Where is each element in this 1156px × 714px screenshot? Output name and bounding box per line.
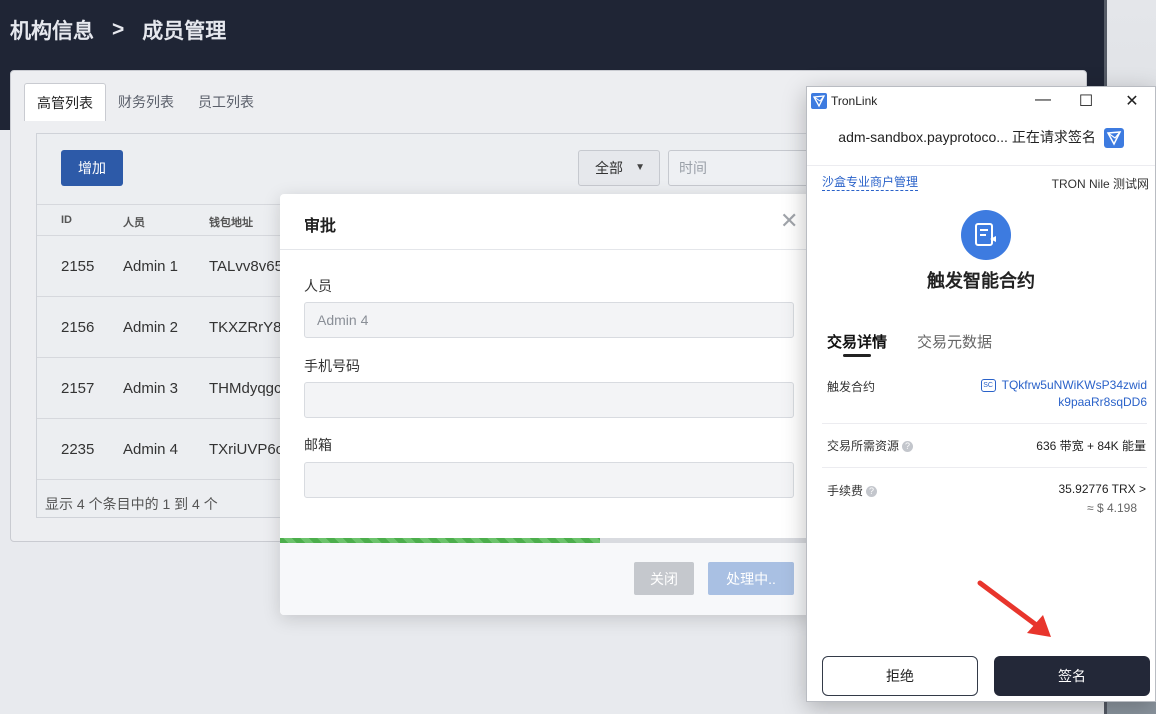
resource-label: 交易所需资源? [827,437,914,454]
action-title: 触发智能合约 [927,271,1035,291]
divider [822,467,1147,468]
tab-transaction-metadata[interactable]: 交易元数据 [917,331,992,352]
email-label: 邮箱 [304,437,332,453]
tronlink-titlebar[interactable]: TronLink — ☐ ✕ [807,87,1155,115]
reject-button[interactable]: 拒绝 [822,656,978,696]
resource-label-text: 交易所需资源 [827,439,900,453]
request-text: 正在请求签名 [1011,129,1096,145]
maximize-icon[interactable]: ☐ [1076,91,1096,111]
cell-wallet: THMdyqgc [209,380,282,397]
email-field[interactable] [304,462,794,498]
sandbox-link[interactable]: 沙盒专业商户管理 [822,173,919,191]
processing-button[interactable]: 处理中.. [708,562,794,595]
phone-field[interactable] [304,382,794,418]
time-input[interactable]: 时间 [668,150,828,186]
cell-id: 2155 [61,258,95,275]
filter-select[interactable]: 全部 ▼ [578,150,660,186]
cell-wallet: TXriUVP6o [209,441,285,458]
contract-icon [961,210,1011,260]
phone-label: 手机号码 [304,358,360,374]
contract-address[interactable]: SC TQkfrw5uNWiKWsP34zwid k9paaRr8sqDD6 [967,377,1147,411]
tronlink-shield-icon [1103,128,1124,149]
breadcrumb-separator: > [112,18,125,41]
cell-id: 2235 [61,441,95,458]
filter-select-value: 全部 [595,160,623,176]
breadcrumb: 机构信息 > 成员管理 [10,15,226,45]
modal-footer: 关闭 处理中.. [280,543,814,615]
fee-label: 手续费? [827,482,878,499]
cell-person: Admin 4 [123,441,179,458]
breadcrumb-current: 成员管理 [142,20,227,43]
resource-value: 636 带宽 + 84K 能量 [1036,439,1146,453]
request-site: adm-sandbox.payprotoco... [838,129,1008,145]
network-label: TRON Nile 测试网 [1051,177,1149,191]
active-tab-indicator [843,354,871,357]
pagination-info: 显示 4 个条目中的 1 到 4 个 [45,496,218,512]
red-arrow-annotation [977,580,1051,637]
close-icon[interactable]: ✕ [1122,91,1142,111]
cell-id: 2156 [61,319,95,336]
help-icon[interactable]: ? [866,486,878,498]
contract-address-line2: k9paaRr8sqDD6 [1058,395,1147,409]
signature-request-line: adm-sandbox.payprotoco... 正在请求签名 [807,127,1155,149]
minimize-icon[interactable]: — [1033,91,1053,109]
chevron-down-icon: ▼ [635,162,645,173]
chevron-right-icon: > [1138,482,1146,496]
column-header-id[interactable]: ID [61,214,72,226]
tronlink-window: TronLink — ☐ ✕ adm-sandbox.payprotoco...… [806,86,1156,702]
cell-person: Admin 1 [123,258,179,275]
cell-id: 2157 [61,380,95,397]
tronlink-app-name: TronLink [831,94,878,108]
column-header-person[interactable]: 人员 [123,214,145,230]
modal-title: 审批 [304,218,337,235]
fee-amount: 35.92776 TRX [1058,482,1136,496]
tab-executives[interactable]: 高管列表 [24,83,106,121]
divider [822,423,1147,424]
contract-address-line1: TQkfrw5uNWiKWsP34zwid [1001,378,1147,392]
divider [807,165,1155,166]
close-button[interactable]: 关闭 [634,562,694,595]
add-button[interactable]: 增加 [61,150,123,186]
cell-person: Admin 3 [123,380,179,397]
person-field[interactable]: Admin 4 [304,302,794,338]
person-label: 人员 [304,278,332,294]
fee-usd: ≈ $ 4.198 [1087,501,1137,515]
fee-label-text: 手续费 [827,484,864,498]
cell-wallet: TKXZRrY8c [209,319,290,336]
column-header-wallet[interactable]: 钱包地址 [209,214,253,230]
tab-employees[interactable]: 员工列表 [186,83,266,121]
breadcrumb-parent[interactable]: 机构信息 [10,15,94,45]
tronlink-logo-icon [811,93,827,109]
modal-header: 审批 ✕ [280,194,814,250]
approval-modal: 审批 ✕ 人员 Admin 4 手机号码 邮箱 关闭 处理中.. [280,194,814,615]
cell-person: Admin 2 [123,319,179,336]
smart-contract-badge-icon: SC [980,379,996,393]
close-icon[interactable]: ✕ [780,210,798,232]
contract-label: 触发合约 [827,380,876,394]
help-icon[interactable]: ? [902,441,914,453]
tab-bar: 高管列表 财务列表 员工列表 [24,83,266,121]
sign-button[interactable]: 签名 [994,656,1150,696]
tab-finance[interactable]: 财务列表 [106,83,186,121]
tab-transaction-details[interactable]: 交易详情 [827,331,887,352]
fee-value[interactable]: 35.92776 TRX > [1058,482,1146,496]
